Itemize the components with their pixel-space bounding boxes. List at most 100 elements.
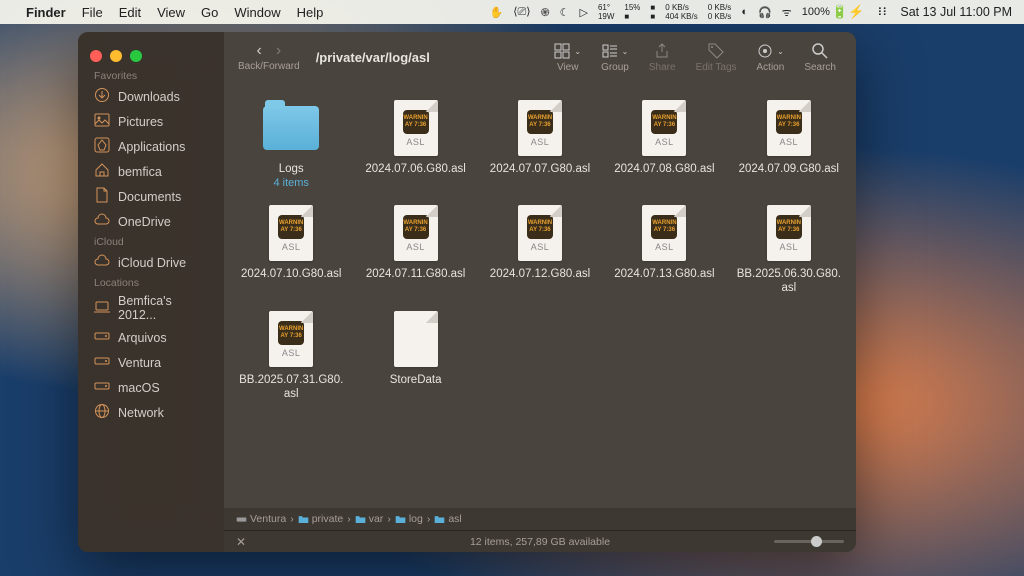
file-item[interactable]: WARNINAY 7:36ASL2024.07.08.G80.asl	[605, 96, 723, 191]
sidebar-item-pictures[interactable]: Pictures	[78, 109, 224, 134]
picture-icon	[94, 112, 110, 131]
path-crumb[interactable]: private	[298, 513, 344, 525]
path-crumb[interactable]: log	[395, 513, 423, 525]
close-pathbar-button[interactable]: ✕	[236, 535, 246, 549]
hand-icon[interactable]: ✋	[490, 6, 504, 19]
asl-file-icon: WARNINAY 7:36ASL	[642, 100, 686, 156]
action-control[interactable]: ⌄ Action	[751, 41, 791, 73]
control-center-icon[interactable]: ⠸⠇	[874, 6, 890, 19]
minimize-button[interactable]	[110, 50, 122, 62]
laptop-icon	[94, 299, 110, 318]
sidebar-item-ventura[interactable]: Ventura	[78, 350, 224, 375]
chevron-right-icon: ›	[427, 513, 431, 525]
sidebar-item-network[interactable]: Network	[78, 400, 224, 425]
file-item[interactable]: WARNINAY 7:36ASL 2024.07.06.G80.asl	[356, 96, 474, 191]
download-icon	[94, 87, 110, 106]
path-crumb[interactable]: asl	[434, 513, 461, 525]
clock[interactable]: Sat 13 Jul 11:00 PM	[900, 5, 1012, 19]
sidebar-item-label: Bemfica's 2012...	[118, 294, 208, 322]
sidebar-section-header: iCloud	[78, 234, 224, 250]
file-item[interactable]: WARNINAY 7:36ASL2024.07.11.G80.asl	[356, 201, 474, 297]
forward-button[interactable]: ›	[276, 42, 281, 60]
home-icon	[94, 162, 110, 181]
chatgpt-icon[interactable]: ֍	[541, 5, 550, 20]
menu-file[interactable]: File	[82, 5, 103, 20]
file-name: 2024.07.09.G80.asl	[739, 162, 839, 176]
action-icon	[757, 43, 773, 59]
wifi-icon[interactable]: ᯤ	[782, 5, 792, 20]
sidebar-item-applications[interactable]: Applications	[78, 134, 224, 159]
file-item[interactable]: WARNINAY 7:36ASL2024.07.10.G80.asl	[232, 201, 350, 297]
group-control[interactable]: ⌄ Group	[595, 41, 635, 73]
asl-file-icon: WARNINAY 7:36ASL	[767, 100, 811, 156]
menubar: Finder File Edit View Go Window Help ✋ ⟨…	[0, 0, 1024, 24]
sidebar-item-label: OneDrive	[118, 215, 171, 229]
file-item[interactable]: WARNINAY 7:36ASLBB.2025.06.30.G80.asl	[730, 201, 848, 297]
tags-control[interactable]: Edit Tags	[690, 41, 743, 73]
view-control[interactable]: ⌄ View	[548, 41, 587, 73]
sidebar-item-label: macOS	[118, 381, 160, 395]
app-name[interactable]: Finder	[26, 5, 66, 20]
menu-help[interactable]: Help	[297, 5, 324, 20]
statusbar: ✕ 12 items, 257,89 GB available	[224, 530, 856, 552]
menu-edit[interactable]: Edit	[119, 5, 141, 20]
tag-icon	[708, 43, 724, 59]
display-icon[interactable]: ◐	[741, 6, 748, 18]
doc-icon	[94, 187, 110, 206]
asl-file-icon: WARNINAY 7:36ASL	[394, 205, 438, 261]
file-item[interactable]: WARNINAY 7:36ASL2024.07.12.G80.asl	[481, 201, 599, 297]
menu-view[interactable]: View	[157, 5, 185, 20]
sidebar-item-onedrive[interactable]: OneDrive	[78, 209, 224, 234]
toolbar: ‹› Back/Forward /private/var/log/asl ⌄ V…	[224, 32, 856, 82]
sidebar-item-documents[interactable]: Documents	[78, 184, 224, 209]
sidebar-item-icloud-drive[interactable]: iCloud Drive	[78, 250, 224, 275]
close-button[interactable]	[90, 50, 102, 62]
asl-file-icon: WARNINAY 7:36ASL	[269, 311, 313, 367]
zoom-button[interactable]	[130, 50, 142, 62]
file-item[interactable]: WARNINAY 7:36ASL2024.07.07.G80.asl	[481, 96, 599, 191]
window-controls	[78, 40, 224, 68]
screenshot-icon[interactable]: ⟨⎚⟩	[513, 5, 530, 19]
file-item[interactable]: StoreData	[356, 307, 474, 403]
asl-file-icon: WARNINAY 7:36ASL	[394, 100, 438, 156]
sidebar-item-label: Applications	[118, 140, 185, 154]
disk-icon	[94, 378, 110, 397]
icon-size-slider[interactable]	[774, 540, 844, 543]
file-name: 2024.07.12.G80.asl	[490, 267, 590, 281]
sidebar-item-label: Ventura	[118, 356, 161, 370]
path-crumb[interactable]: var	[355, 513, 384, 525]
pathbar[interactable]: Ventura›private›var›log›asl	[224, 508, 856, 530]
path-crumb[interactable]: Ventura	[236, 513, 286, 525]
moon-icon[interactable]: ☾	[560, 6, 570, 19]
file-name: BB.2025.06.30.G80.asl	[734, 267, 844, 295]
file-item[interactable]: WARNINAY 7:36ASL 2024.07.09.G80.asl	[730, 96, 848, 191]
file-subtitle: 4 items	[273, 177, 308, 189]
status-area: ✋ ⟨⎚⟩ ֍ ☾ ▷ 61°19W 15%■ ■■ 0 KB/s404 KB/…	[490, 3, 1012, 21]
disk-icon	[94, 353, 110, 372]
sidebar-item-downloads[interactable]: Downloads	[78, 84, 224, 109]
sidebar: FavoritesDownloadsPicturesApplicationsbe…	[78, 32, 224, 552]
sidebar-item-macos[interactable]: macOS	[78, 375, 224, 400]
file-name: 2024.07.06.G80.asl	[365, 162, 465, 176]
menu-window[interactable]: Window	[234, 5, 280, 20]
search-control[interactable]: Search	[798, 41, 842, 73]
back-button[interactable]: ‹	[257, 42, 262, 60]
search-icon	[812, 43, 828, 59]
play-icon[interactable]: ▷	[579, 6, 587, 19]
sidebar-section-header: Locations	[78, 275, 224, 291]
cloud-icon	[94, 253, 110, 272]
file-name: Logs	[279, 162, 304, 176]
sidebar-item-bemfica[interactable]: bemfica	[78, 159, 224, 184]
file-name: BB.2025.07.31.G80.asl	[236, 373, 346, 401]
sidebar-item-arquivos[interactable]: Arquivos	[78, 325, 224, 350]
sidebar-item-bemfica-s-2012-[interactable]: Bemfica's 2012...	[78, 291, 224, 325]
file-item[interactable]: WARNINAY 7:36ASL2024.07.13.G80.asl	[605, 201, 723, 297]
share-control[interactable]: Share	[643, 41, 682, 73]
battery-status[interactable]: 100%🔋⚡	[802, 4, 865, 20]
headphones-icon[interactable]: 🎧	[758, 6, 772, 19]
globe-icon	[94, 403, 110, 422]
chevron-right-icon: ›	[347, 513, 351, 525]
menu-go[interactable]: Go	[201, 5, 218, 20]
file-item[interactable]: WARNINAY 7:36ASL BB.2025.07.31.G80.asl	[232, 307, 350, 403]
file-item[interactable]: Logs4 items	[232, 96, 350, 191]
